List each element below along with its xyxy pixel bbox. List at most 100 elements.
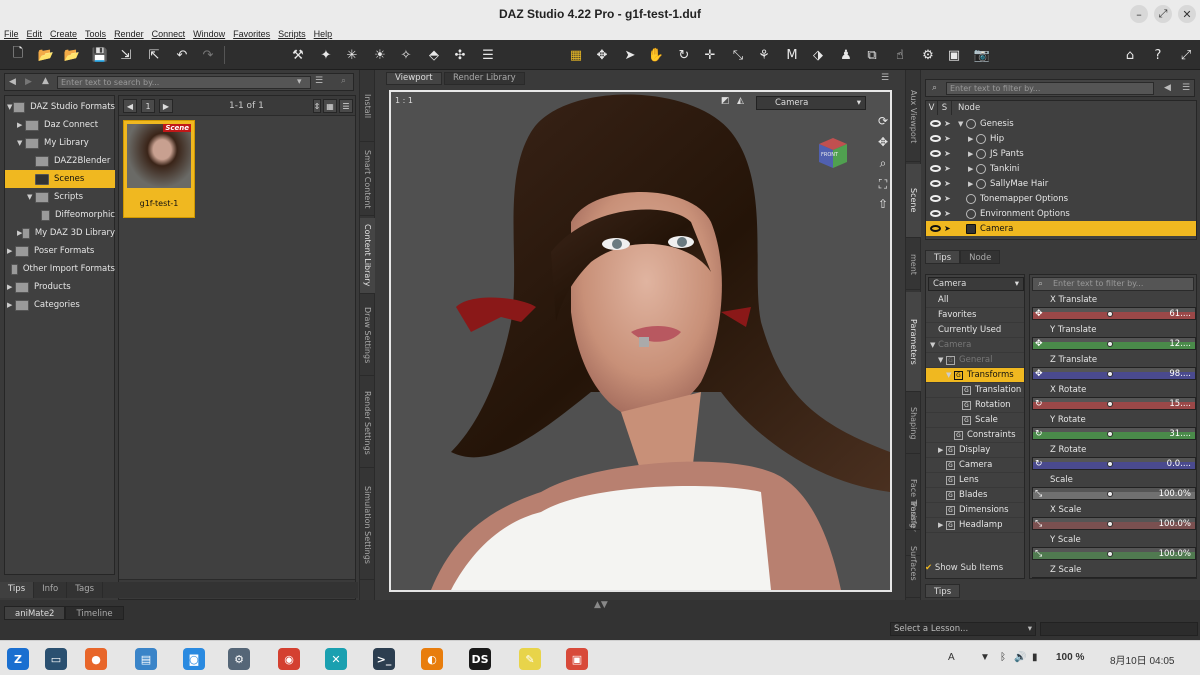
- expand-arrow-icon[interactable]: ▼: [946, 371, 954, 379]
- vtab-install[interactable]: Install: [360, 72, 375, 142]
- select-pointer-icon[interactable]: ➤: [944, 149, 954, 158]
- menu-help[interactable]: Help: [314, 29, 333, 39]
- expand-arrow-icon[interactable]: ▼: [17, 139, 25, 147]
- expand-arrow-icon[interactable]: ▼: [27, 193, 35, 201]
- blender-icon[interactable]: ◐: [421, 648, 443, 670]
- frame-icon[interactable]: ⛶: [875, 176, 891, 192]
- camera-icon[interactable]: 📷: [972, 45, 992, 65]
- parameter-slider[interactable]: X Scale ⤡ 100.0%: [1032, 505, 1196, 533]
- aspect-frame-icon[interactable]: ◩: [721, 96, 730, 106]
- scene-node-row[interactable]: ➤ Camera: [926, 221, 1196, 236]
- node-column-header[interactable]: Node: [952, 101, 1196, 115]
- expand-arrow-icon[interactable]: ▶: [968, 150, 976, 158]
- lesson-select[interactable]: Select a Lesson... ▾: [890, 622, 1036, 636]
- figure-icon[interactable]: ♟: [836, 45, 856, 65]
- lesson-controls[interactable]: [1040, 622, 1198, 636]
- tree-item[interactable]: ▶ My DAZ 3D Library: [5, 224, 115, 242]
- rotate-icon[interactable]: ↻: [674, 45, 694, 65]
- expand-arrow-icon[interactable]: ▶: [17, 121, 25, 129]
- volume-icon[interactable]: 🔊: [1014, 652, 1026, 663]
- scene-node-row[interactable]: ➤ Tonemapper Options: [926, 191, 1196, 206]
- tree-item[interactable]: ▶ Products: [5, 278, 115, 296]
- slider-value[interactable]: 31....: [1169, 429, 1191, 439]
- scene-node-row[interactable]: ➤ ▶ SallyMae Hair: [926, 176, 1196, 191]
- close-button[interactable]: ✕: [1178, 5, 1196, 23]
- eye-icon[interactable]: [930, 210, 941, 217]
- collapse-grip-icon[interactable]: ▲▼: [594, 600, 608, 610]
- parameter-group[interactable]: ▼ G Transforms: [926, 368, 1024, 383]
- parameter-group[interactable]: G Lens: [926, 473, 1024, 488]
- back-arrow-icon[interactable]: ◀: [9, 77, 16, 87]
- tab-tags[interactable]: Tags: [67, 582, 104, 598]
- parameter-group[interactable]: G Constraints: [926, 428, 1024, 443]
- parameter-group[interactable]: ▼ Camera: [926, 338, 1024, 353]
- tree-item[interactable]: ▶ Poser Formats: [5, 242, 115, 260]
- tab-scene-tips[interactable]: Tips: [925, 250, 961, 264]
- parameter-group[interactable]: G Dimensions: [926, 503, 1024, 518]
- tree-item[interactable]: ▼ DAZ Studio Formats: [5, 98, 115, 116]
- view-cube[interactable]: FRONT: [811, 132, 853, 174]
- scene-node-row[interactable]: ➤ ▶ Hip: [926, 131, 1196, 146]
- select-pointer-icon[interactable]: ➤: [944, 194, 954, 203]
- chrome-icon[interactable]: ◉: [278, 648, 300, 670]
- vtab-shaping[interactable]: Shaping: [906, 394, 921, 454]
- parameter-group[interactable]: All: [926, 293, 1024, 308]
- parameter-group[interactable]: ▶ G Display: [926, 443, 1024, 458]
- scene-node-row[interactable]: ➤ Environment Options: [926, 206, 1196, 221]
- linear-light-icon[interactable]: ✧: [396, 45, 416, 65]
- vtab-smart-content[interactable]: Smart Content: [360, 144, 375, 216]
- tab-timeline[interactable]: Timeline: [65, 606, 124, 620]
- new-file-icon[interactable]: 🗋: [8, 45, 28, 65]
- parameter-slider[interactable]: Z Translate ✥ 98....: [1032, 355, 1196, 383]
- input-method-indicator[interactable]: A: [948, 652, 955, 663]
- list-view-icon[interactable]: ☰: [339, 99, 353, 113]
- parameter-group[interactable]: Favorites: [926, 308, 1024, 323]
- wifi-icon[interactable]: ▼: [980, 652, 990, 663]
- parameter-slider[interactable]: Z Scale ⤡: [1032, 565, 1196, 578]
- viewport-menu-icon[interactable]: ☰: [881, 73, 889, 83]
- vtab-content-library[interactable]: Content Library: [360, 218, 375, 294]
- eye-icon[interactable]: [930, 180, 941, 187]
- vtab-simulation-settings[interactable]: Simulation Settings: [360, 470, 375, 580]
- scene-filter-input[interactable]: Enter text to filter by...: [946, 82, 1154, 95]
- universal-tool-icon[interactable]: ✥: [592, 45, 612, 65]
- vtab-render-settings[interactable]: Render Settings: [360, 378, 375, 468]
- files-icon[interactable]: ▤: [135, 648, 157, 670]
- parameter-slider[interactable]: Y Rotate ↻ 31....: [1032, 415, 1196, 443]
- vtab-ment[interactable]: ment: [906, 240, 921, 290]
- slider-value[interactable]: 100.0%: [1159, 519, 1191, 529]
- menu-scripts[interactable]: Scripts: [278, 29, 306, 39]
- slider-knob[interactable]: [1107, 401, 1113, 407]
- next-page-icon[interactable]: ▶: [159, 99, 173, 113]
- expand-arrow-icon[interactable]: ▶: [7, 247, 15, 255]
- menu-favorites[interactable]: Favorites: [233, 29, 270, 39]
- slider-track[interactable]: ✥ 98....: [1032, 367, 1196, 380]
- select-pointer-icon[interactable]: ➤: [944, 134, 954, 143]
- slider-knob[interactable]: [1107, 371, 1113, 377]
- expand-arrow-icon[interactable]: ▶: [938, 446, 946, 454]
- prev-page-icon[interactable]: ◀: [123, 99, 137, 113]
- page-spinner-icon[interactable]: ⇕: [313, 99, 321, 113]
- render-settings-icon[interactable]: ⚙: [918, 45, 938, 65]
- joint-editor-icon[interactable]: ⚘: [754, 45, 774, 65]
- expand-arrow-icon[interactable]: ▶: [968, 180, 976, 188]
- parameter-node-select[interactable]: Camera ▾: [928, 277, 1024, 291]
- home-ds-icon[interactable]: ⌂: [1120, 45, 1140, 65]
- screenshot-icon[interactable]: ▣: [566, 648, 588, 670]
- scene-back-icon[interactable]: ◀: [1164, 83, 1171, 93]
- grid-select-icon[interactable]: ▦: [566, 45, 586, 65]
- expand-arrow-icon[interactable]: ▶: [7, 283, 15, 291]
- pose-tool-icon[interactable]: ☝: [890, 45, 910, 65]
- tree-item[interactable]: ▼ My Library: [5, 134, 115, 152]
- slider-value[interactable]: 12....: [1169, 339, 1191, 349]
- parameter-group[interactable]: G Camera: [926, 458, 1024, 473]
- geometry-editor-icon[interactable]: M: [782, 45, 802, 65]
- tab-info[interactable]: Info: [34, 582, 68, 598]
- slider-value[interactable]: 15....: [1169, 399, 1191, 409]
- selectable-column-header[interactable]: S: [938, 101, 952, 115]
- tree-item[interactable]: ▼ Scripts: [5, 188, 115, 206]
- parameter-slider[interactable]: Y Scale ⤡ 100.0%: [1032, 535, 1196, 563]
- forward-arrow-icon[interactable]: ▶: [25, 77, 32, 87]
- scene-node-row[interactable]: ➤ ▶ JS Pants: [926, 146, 1196, 161]
- help-icon[interactable]: ?: [1148, 45, 1168, 65]
